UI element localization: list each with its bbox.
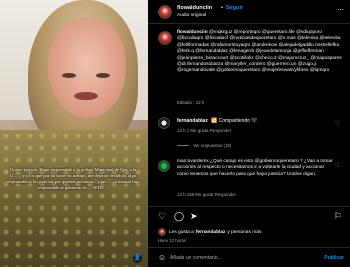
- caption-timestamp: Editado · 12 h: [177, 100, 205, 105]
- follow-button[interactable]: Seguir: [226, 5, 243, 11]
- video-caption-overlay: Quiero justicia. Hago responsable a la p…: [6, 167, 140, 190]
- view-replies-link[interactable]: Ver respuestas (19): [177, 143, 231, 148]
- audio-label[interactable]: Audio original: [177, 13, 206, 18]
- liker-username[interactable]: fernandablaz: [196, 230, 226, 235]
- comment-icon[interactable]: ◯: [174, 211, 184, 221]
- post-media[interactable]: Quiero justicia. Hago responsable a la p…: [0, 0, 148, 267]
- person-shirt: [0, 130, 148, 267]
- share-icon[interactable]: ➤: [190, 211, 198, 221]
- mouth: [74, 92, 98, 100]
- bookmark-icon[interactable]: ⚐: [334, 211, 342, 221]
- caption-username[interactable]: flowaldunciin: [177, 30, 208, 35]
- comment-avatar[interactable]: [158, 117, 170, 129]
- add-comment-bar: ☺ Publicar: [148, 247, 350, 267]
- author-avatar[interactable]: [158, 5, 172, 19]
- caption-avatar[interactable]: [158, 31, 172, 45]
- comment-avatar[interactable]: [158, 160, 170, 172]
- post-header: flowaldunciin • Seguir Audio original ⋯: [148, 0, 350, 24]
- likes-suffix[interactable]: y personas más: [227, 230, 261, 235]
- likes-prefix: Les gusta a: [169, 229, 194, 235]
- heart-icon[interactable]: ♡: [158, 211, 166, 221]
- liker-avatar[interactable]: [158, 228, 166, 236]
- comment-text: 🔁 Compartiendo 🖤: [211, 118, 258, 124]
- author-username[interactable]: flowaldunciin: [177, 5, 212, 11]
- comment-like-heart-icon[interactable]: ♡: [335, 120, 340, 127]
- comment-like-heart-icon[interactable]: ♡: [335, 162, 340, 169]
- caption-text: @mqkrguz @reporteqro @queretaro.life @sd…: [177, 30, 342, 74]
- post-date: Hace 12 horas: [158, 238, 186, 243]
- person-face: [48, 18, 126, 118]
- user-tag-icon[interactable]: 👤: [133, 254, 142, 263]
- comment-username[interactable]: fernandablaz: [177, 118, 208, 124]
- left-eye: [62, 73, 76, 78]
- comment-meta[interactable]: 13 h 158 Me gusta Responder: [177, 192, 236, 197]
- likes-summary: Les gusta a fernandablaz y personas más: [158, 228, 261, 236]
- post-panel: flowaldunciin • Seguir Audio original ⋯ …: [148, 0, 350, 267]
- separator-dot: •: [221, 5, 223, 11]
- comment-text: marcovardemx ¿Qué carajo es esto @gobier…: [177, 159, 333, 177]
- comment-input[interactable]: [170, 253, 320, 263]
- more-icon[interactable]: ⋯: [337, 6, 344, 14]
- right-eye: [96, 73, 110, 78]
- emoji-icon[interactable]: ☺: [158, 253, 166, 262]
- post-comment-button[interactable]: Publicar: [324, 255, 344, 261]
- action-bar: ♡ ◯ ➤ ⚐: [148, 206, 350, 224]
- comment-meta[interactable]: 13 h 1 Me gusta Responder: [177, 128, 231, 133]
